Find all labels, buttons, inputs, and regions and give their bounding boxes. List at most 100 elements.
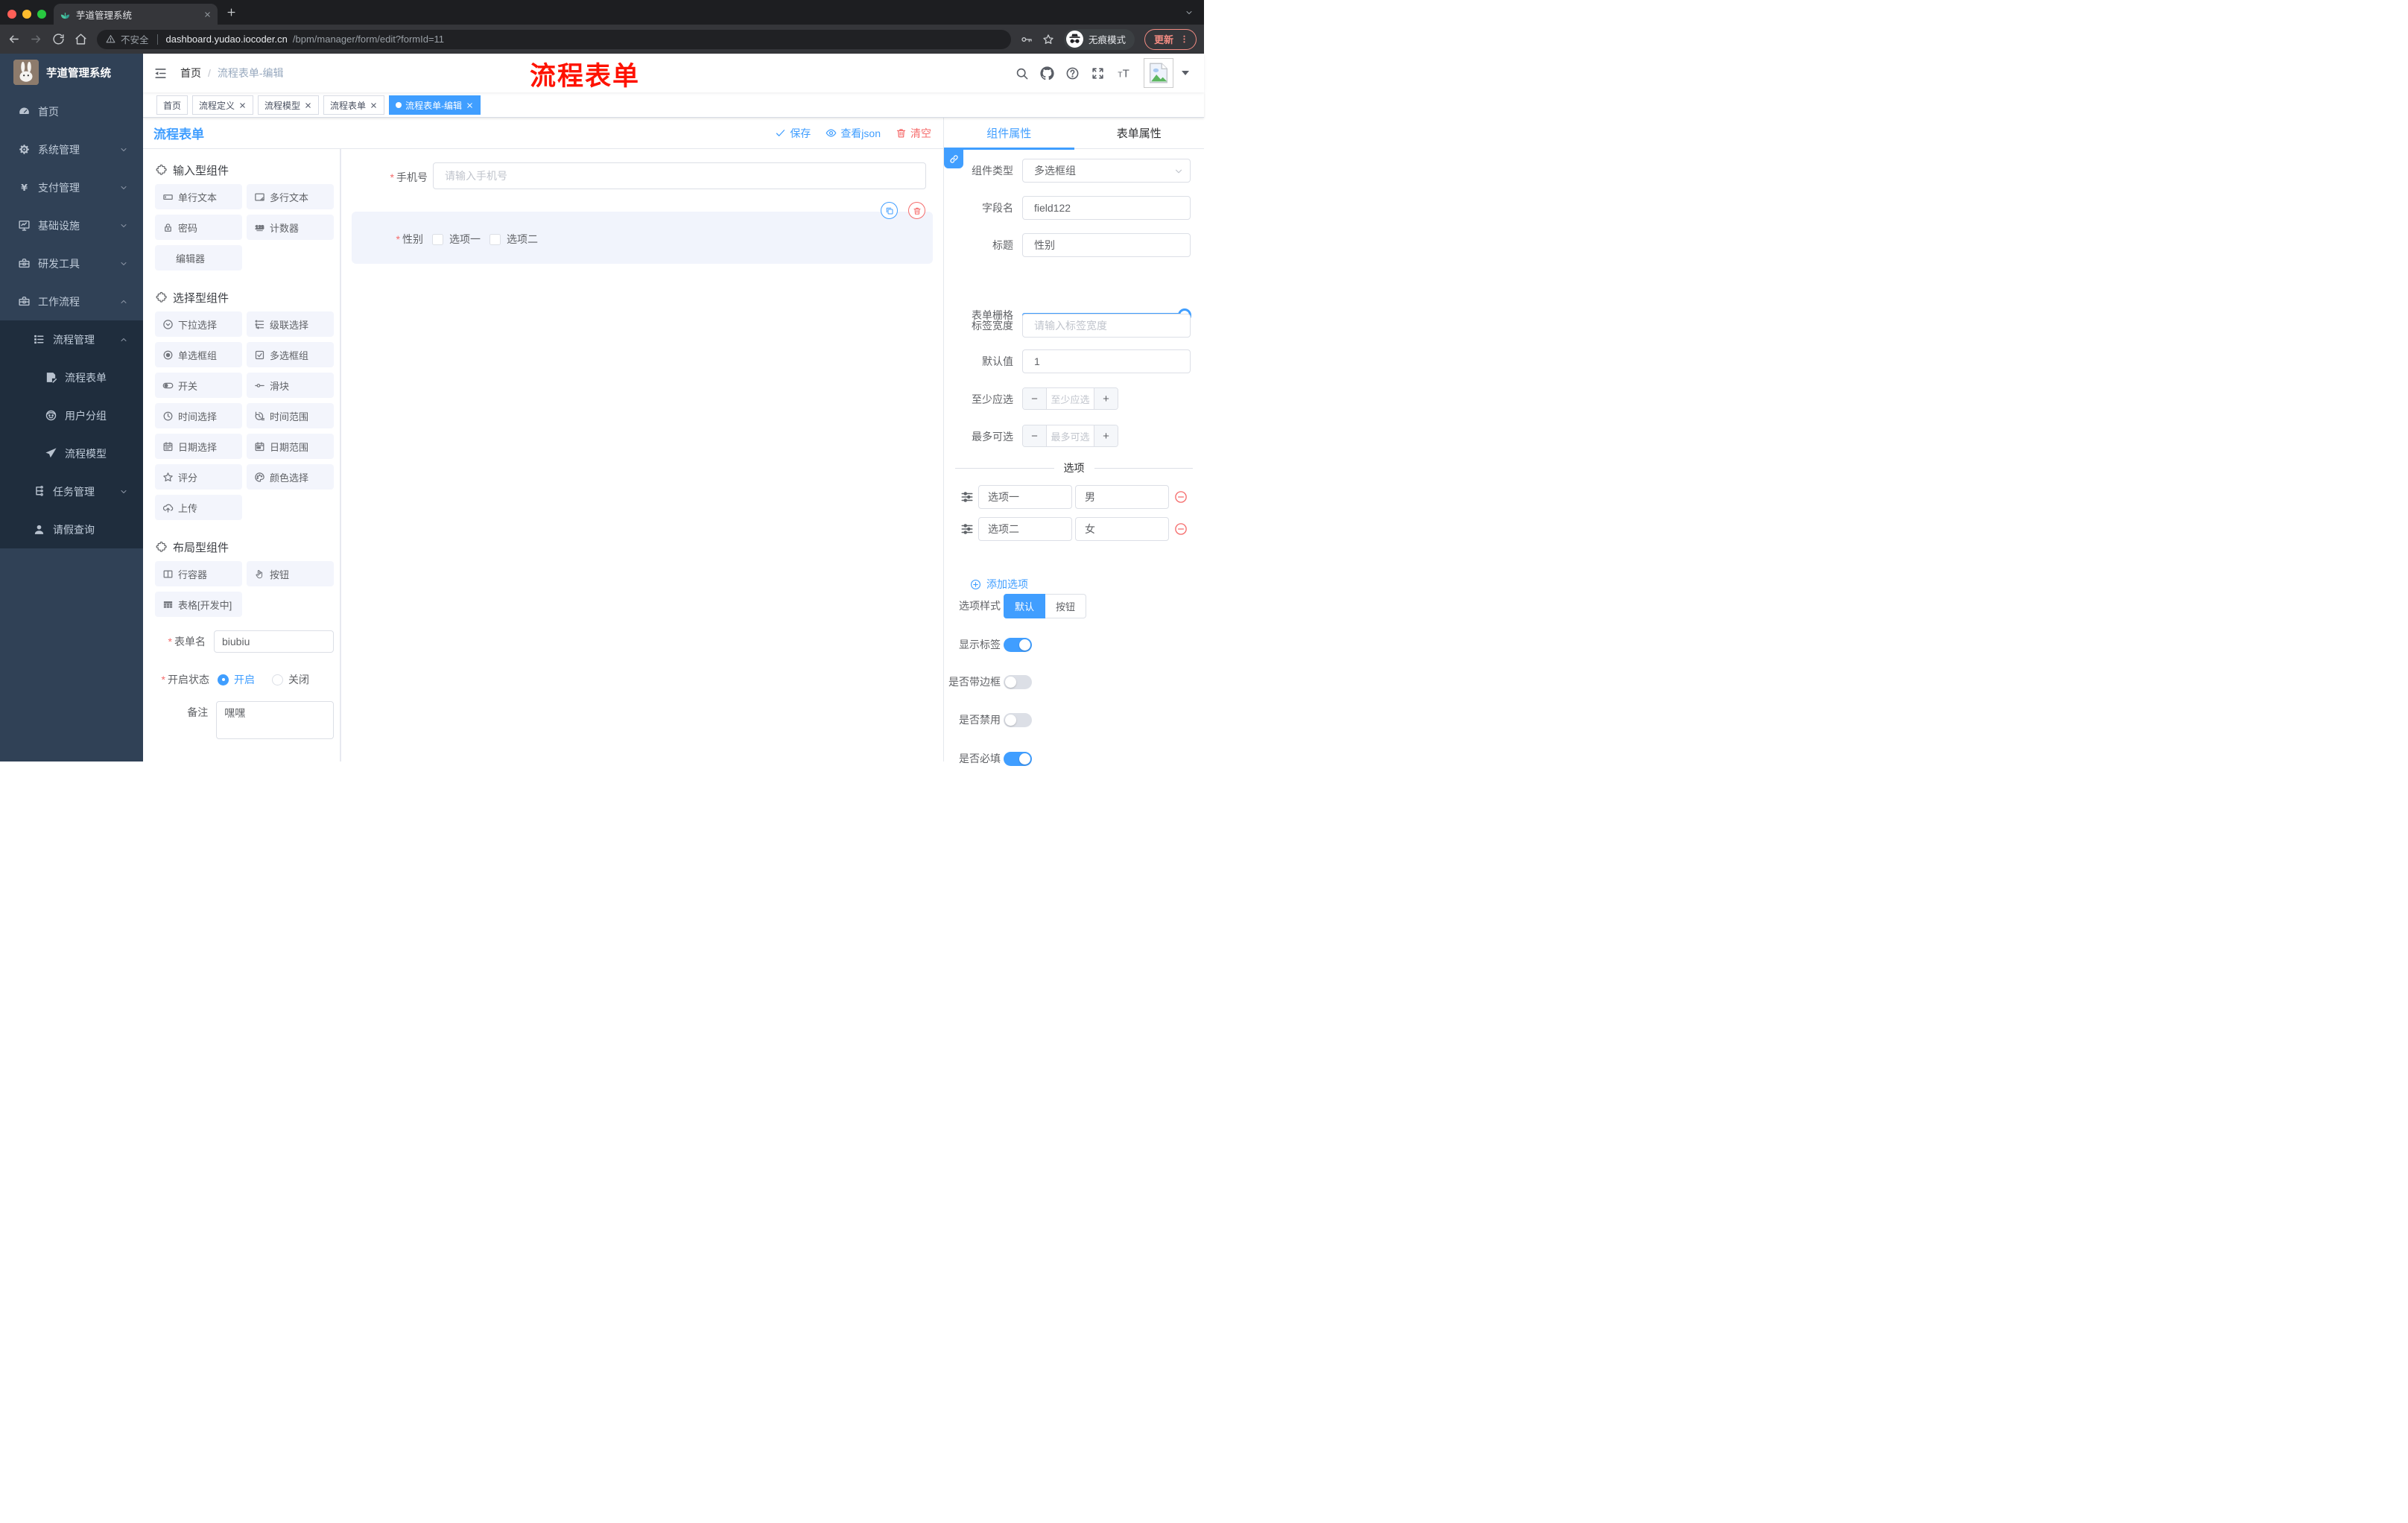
form-name-input[interactable] — [214, 630, 334, 653]
tag-item[interactable]: 流程表单-编辑 — [389, 95, 481, 115]
collapse-sidebar-icon[interactable] — [153, 66, 168, 80]
form-canvas[interactable]: *手机号 *性别 选项一 — [341, 149, 942, 762]
sidebar-item[interactable]: 用户分组 — [0, 396, 143, 434]
close-tag-icon[interactable] — [466, 101, 474, 110]
close-tab-icon[interactable] — [203, 10, 212, 19]
form-remark-textarea[interactable]: 嘿嘿 — [216, 701, 334, 739]
clear-button[interactable]: 清空 — [896, 126, 931, 141]
remove-option-button[interactable] — [1174, 522, 1188, 536]
sidebar-item[interactable]: 流程表单 — [0, 358, 143, 396]
decrement-button[interactable]: − — [1023, 425, 1047, 446]
palette-item[interactable]: 颜色选择 — [247, 464, 334, 490]
sidebar-item[interactable]: 流程模型 — [0, 434, 143, 472]
style-button-button[interactable]: 按钮 — [1045, 594, 1087, 618]
palette-item[interactable]: 多行文本 — [247, 184, 334, 209]
drag-handle-icon[interactable] — [960, 522, 974, 536]
tag-item[interactable]: 首页 — [156, 95, 188, 115]
back-button[interactable] — [7, 33, 20, 45]
sidebar-item[interactable]: 系统管理 — [0, 130, 143, 168]
increment-button[interactable]: + — [1094, 425, 1118, 446]
drag-handle-icon[interactable] — [960, 490, 974, 504]
option-label-input[interactable] — [978, 517, 1072, 541]
toggle-switch[interactable] — [1004, 675, 1032, 689]
sidebar-item[interactable]: 基础设施 — [0, 206, 143, 244]
password-manager-icon[interactable] — [1021, 34, 1033, 45]
palette-item[interactable]: 多选框组 — [247, 342, 334, 367]
view-json-button[interactable]: 查看json — [826, 126, 881, 141]
selected-component-gender[interactable]: * 性别 选项一 选项二 — [352, 202, 933, 264]
radio-open-label[interactable]: 开启 — [234, 668, 255, 691]
tab-component-props[interactable]: 组件属性 — [944, 118, 1074, 150]
bookmark-icon[interactable] — [1042, 34, 1054, 45]
style-default-button[interactable]: 默认 — [1004, 594, 1046, 618]
default-value-input[interactable] — [1022, 349, 1191, 373]
add-option-button[interactable]: 添加选项 — [970, 577, 1028, 592]
breadcrumb-home[interactable]: 首页 — [180, 66, 201, 80]
delete-component-button[interactable] — [908, 202, 925, 219]
checkbox[interactable] — [432, 233, 443, 245]
palette-item[interactable]: 级联选择 — [247, 311, 334, 337]
radio-closed[interactable] — [272, 674, 283, 685]
toggle-switch[interactable] — [1004, 752, 1032, 766]
palette-item[interactable]: 滑块 — [247, 373, 334, 398]
close-tag-icon[interactable] — [304, 101, 312, 110]
address-bar[interactable]: 不安全 dashboard.yudao.iocoder.cn/bpm/manag… — [97, 29, 1011, 49]
update-browser-button[interactable]: 更新 — [1144, 28, 1197, 50]
option-label-input[interactable] — [978, 485, 1072, 509]
search-icon[interactable] — [1015, 66, 1029, 80]
home-button[interactable] — [75, 33, 87, 45]
new-tab-button[interactable] — [226, 7, 237, 18]
tag-item[interactable]: 流程定义 — [192, 95, 254, 115]
sidebar-item[interactable]: 工作流程 — [0, 282, 143, 320]
palette-item[interactable]: 时间范围 — [247, 403, 334, 428]
palette-item[interactable]: 表格[开发中] — [155, 592, 242, 617]
palette-item[interactable]: 单选框组 — [155, 342, 242, 367]
palette-item[interactable]: 行容器 — [155, 561, 242, 586]
min-select-value[interactable]: 至少应选 — [1047, 388, 1094, 409]
font-size-icon[interactable]: TT — [1116, 66, 1132, 80]
sidebar-item[interactable]: 请假查询 — [0, 510, 143, 548]
title-input[interactable] — [1022, 233, 1191, 257]
browser-menu-icon[interactable] — [1179, 34, 1189, 44]
avatar[interactable] — [1144, 58, 1173, 88]
radio-open[interactable] — [218, 674, 229, 685]
palette-item[interactable]: 编辑器 — [155, 245, 242, 270]
component-type-select[interactable]: 多选框组 — [1022, 159, 1191, 183]
decrement-button[interactable]: − — [1023, 388, 1047, 409]
label-width-input[interactable] — [1022, 314, 1191, 338]
sidebar-item[interactable]: 任务管理 — [0, 472, 143, 510]
sidebar-item[interactable]: 研发工具 — [0, 244, 143, 282]
palette-item[interactable]: 日期范围 — [247, 434, 334, 459]
close-tag-icon[interactable] — [370, 101, 378, 110]
close-window-button[interactable] — [7, 10, 16, 19]
palette-item[interactable]: 下拉选择 — [155, 311, 242, 337]
help-icon[interactable] — [1065, 66, 1080, 80]
palette-item[interactable]: 上传 — [155, 495, 242, 520]
profile-caret-icon[interactable] — [1182, 71, 1189, 75]
minimize-window-button[interactable] — [22, 10, 31, 19]
checkbox-label[interactable]: 选项二 — [507, 232, 538, 247]
zoom-window-button[interactable] — [37, 10, 46, 19]
toggle-switch[interactable] — [1004, 713, 1032, 727]
increment-button[interactable]: + — [1094, 388, 1118, 409]
tag-item[interactable]: 流程模型 — [258, 95, 320, 115]
palette-item[interactable]: 单行文本 — [155, 184, 242, 209]
palette-item[interactable]: 按钮 — [247, 561, 334, 586]
tab-form-props[interactable]: 表单属性 — [1074, 118, 1205, 148]
save-button[interactable]: 保存 — [775, 126, 811, 141]
sidebar-logo[interactable]: 芋道管理系统 — [0, 54, 143, 91]
fullscreen-icon[interactable] — [1091, 66, 1105, 80]
tab-search-icon[interactable] — [1185, 8, 1194, 17]
github-icon[interactable] — [1040, 66, 1054, 80]
phone-field-input[interactable] — [433, 162, 926, 189]
sidebar-item[interactable]: 首页 — [0, 92, 143, 130]
max-select-value[interactable]: 最多可选 — [1047, 425, 1094, 446]
tag-item[interactable]: 流程表单 — [323, 95, 385, 115]
remove-option-button[interactable] — [1174, 490, 1188, 504]
reload-button[interactable] — [52, 33, 65, 45]
checkbox[interactable] — [489, 233, 501, 245]
sidebar-item[interactable]: 流程管理 — [0, 320, 143, 358]
copy-component-button[interactable] — [881, 202, 898, 219]
checkbox-label[interactable]: 选项一 — [449, 232, 481, 247]
not-secure-icon[interactable] — [106, 34, 115, 44]
